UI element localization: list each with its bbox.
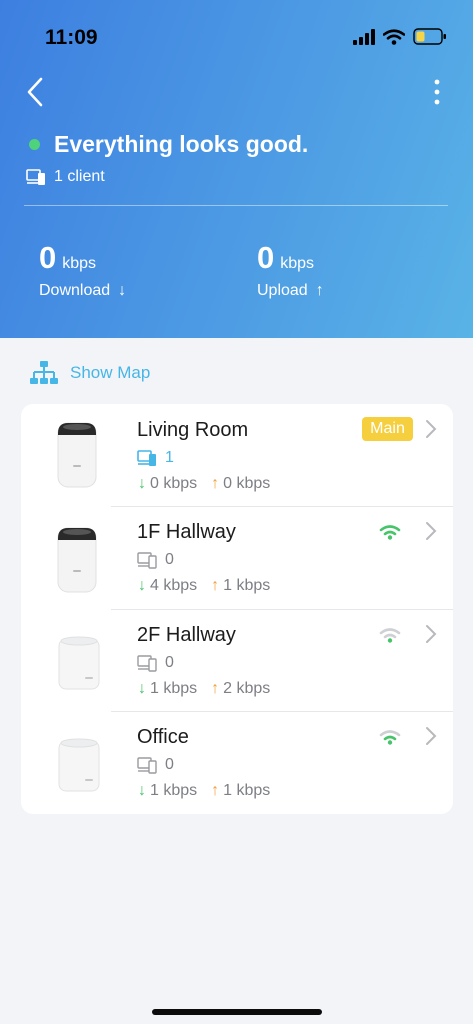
router-tower-icon	[57, 527, 97, 593]
wifi-signal-strong-icon	[379, 525, 401, 540]
node-traffic: ↓ 4 kbps ↑ 1 kbps	[138, 577, 270, 595]
show-map-label: Show Map	[70, 363, 151, 382]
devices-icon	[137, 450, 156, 466]
download-unit: kbps	[62, 255, 97, 272]
client-count: 1 client	[54, 168, 105, 185]
header-divider	[24, 205, 448, 206]
arrow-up-icon: ↑	[315, 282, 324, 299]
node-name: Office	[137, 726, 189, 748]
node-clients-count: 0	[165, 551, 174, 568]
back-button[interactable]	[22, 74, 50, 110]
network-status: Everything looks good.	[29, 131, 308, 158]
chevron-left-icon	[27, 77, 43, 107]
chevron-right-icon	[426, 727, 437, 745]
router-cube-icon	[58, 636, 100, 690]
status-message: Everything looks good.	[54, 131, 309, 157]
list-divider	[111, 711, 453, 712]
status-dot	[29, 139, 40, 150]
arrow-down-icon: ↓	[118, 282, 127, 299]
upload-speed: 0 kbps Upload ↑	[257, 240, 332, 300]
node-upload: 1 kbps	[223, 782, 271, 799]
arrow-up-icon: ↑	[211, 577, 220, 594]
devices-icon	[137, 552, 157, 569]
chevron-right-icon	[426, 420, 437, 438]
download-speed: 0 kbps Download ↓	[39, 240, 134, 300]
devices-icon	[26, 169, 45, 185]
router-cube-icon	[58, 738, 100, 792]
router-tower-icon	[57, 422, 97, 488]
battery-icon	[413, 28, 446, 45]
list-divider	[111, 506, 453, 507]
node-clients: 0	[137, 551, 174, 569]
node-list: Living Room Main 1 ↓ 0 kbps ↑ 0 kbps 1F …	[21, 404, 453, 814]
main-badge: Main	[362, 417, 413, 441]
node-name: 1F Hallway	[137, 521, 236, 543]
node-name: 2F Hallway	[137, 624, 236, 646]
node-download: 1 kbps	[150, 680, 198, 697]
wifi-signal-weak-icon	[379, 628, 401, 643]
node-upload: 1 kbps	[223, 577, 271, 594]
wifi-signal-medium-icon	[379, 730, 401, 745]
node-item-2f-hallway[interactable]: 2F Hallway 0 ↓ 1 kbps ↑ 2 kbps	[21, 609, 453, 712]
devices-icon	[137, 655, 157, 672]
list-divider	[111, 609, 453, 610]
node-traffic: ↓ 1 kbps ↑ 2 kbps	[138, 680, 270, 698]
node-upload: 0 kbps	[223, 475, 271, 492]
node-upload: 2 kbps	[223, 680, 271, 697]
node-item-living-room[interactable]: Living Room Main 1 ↓ 0 kbps ↑ 0 kbps	[21, 404, 453, 507]
status-icons	[353, 28, 447, 45]
node-clients: 1	[137, 449, 174, 467]
wifi-icon	[383, 28, 405, 45]
chevron-right-icon	[426, 522, 437, 540]
download-value: 0	[39, 240, 57, 275]
show-map-button[interactable]: Show Map	[30, 360, 150, 386]
node-traffic: ↓ 0 kbps ↑ 0 kbps	[138, 475, 270, 493]
arrow-up-icon: ↑	[211, 475, 220, 492]
arrow-down-icon: ↓	[138, 680, 146, 697]
node-clients-count: 0	[165, 756, 174, 773]
network-header: 11:09 Everything looks good. 1 client 0 …	[0, 0, 473, 338]
node-download: 0 kbps	[150, 475, 198, 492]
more-vertical-icon	[434, 79, 440, 105]
arrow-down-icon: ↓	[138, 577, 146, 594]
node-traffic: ↓ 1 kbps ↑ 1 kbps	[138, 782, 270, 800]
node-clients-count: 1	[165, 449, 174, 466]
upload-value: 0	[257, 240, 275, 275]
status-time: 11:09	[45, 26, 98, 49]
status-bar: 11:09	[0, 0, 473, 60]
arrow-up-icon: ↑	[211, 782, 220, 799]
node-name: Living Room	[137, 419, 249, 441]
signal-icon	[353, 28, 375, 45]
home-indicator[interactable]	[152, 1009, 322, 1015]
arrow-down-icon: ↓	[138, 475, 146, 492]
screen: 11:09 Everything looks good. 1 client 0 …	[0, 0, 473, 1024]
node-clients: 0	[137, 654, 174, 672]
download-label: Download	[39, 282, 111, 299]
node-download: 4 kbps	[150, 577, 198, 594]
network-map-icon	[30, 361, 58, 384]
upload-label: Upload	[257, 282, 308, 299]
node-item-1f-hallway[interactable]: 1F Hallway 0 ↓ 4 kbps ↑ 1 kbps	[21, 506, 453, 609]
node-item-office[interactable]: Office 0 ↓ 1 kbps ↑ 1 kbps	[21, 711, 453, 814]
node-clients-count: 0	[165, 654, 174, 671]
upload-unit: kbps	[280, 255, 315, 272]
devices-icon	[137, 757, 157, 774]
arrow-up-icon: ↑	[211, 680, 220, 697]
node-download: 1 kbps	[150, 782, 198, 799]
more-options-button[interactable]	[426, 78, 448, 106]
node-clients: 0	[137, 756, 174, 774]
chevron-right-icon	[426, 625, 437, 643]
arrow-down-icon: ↓	[138, 782, 146, 799]
client-summary[interactable]: 1 client	[26, 168, 105, 186]
